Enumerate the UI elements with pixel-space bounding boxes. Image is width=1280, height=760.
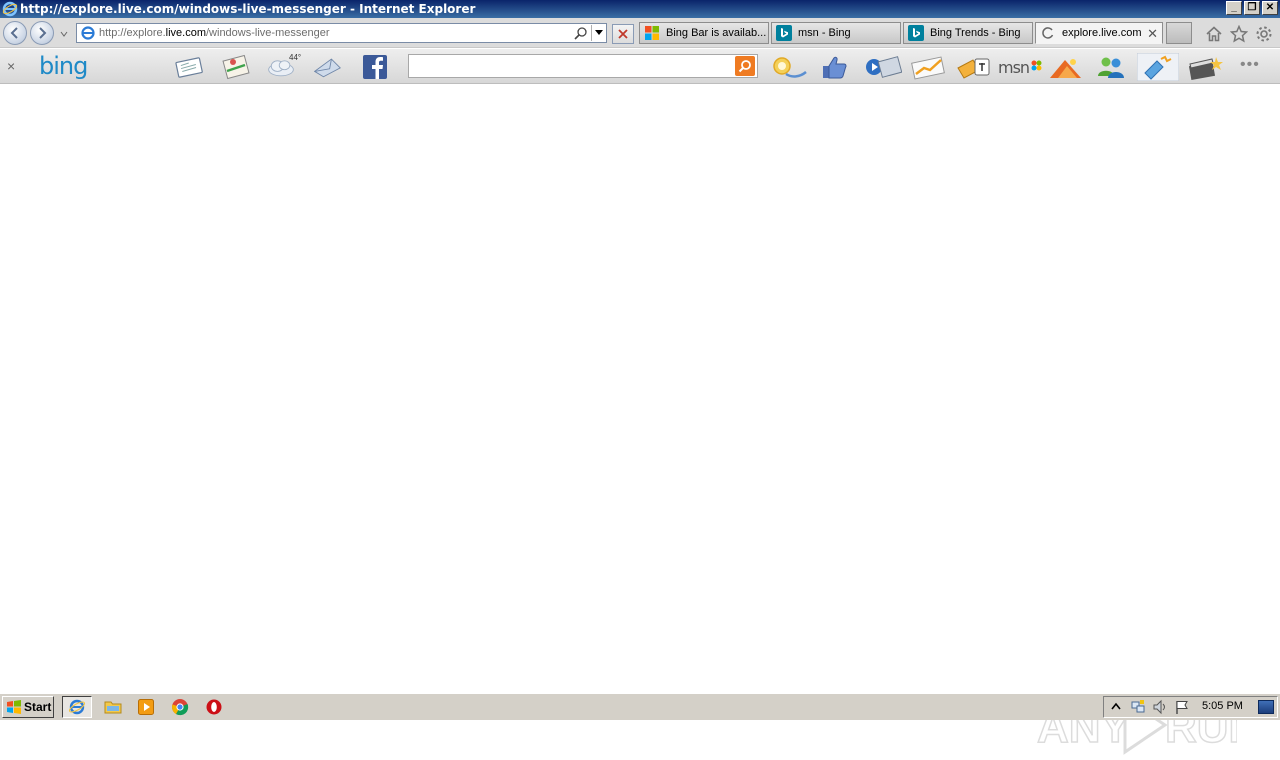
taskbar-file-explorer[interactable] bbox=[98, 696, 128, 718]
search-icon[interactable] bbox=[574, 26, 588, 40]
network-icon[interactable] bbox=[1130, 699, 1146, 715]
games-icon[interactable] bbox=[1047, 54, 1085, 80]
internet-explorer-icon bbox=[2, 1, 18, 17]
start-button[interactable]: Start bbox=[2, 696, 54, 718]
bing-logo[interactable]: bing bbox=[39, 52, 88, 80]
forward-button[interactable] bbox=[30, 21, 54, 45]
taskbar-media-player[interactable] bbox=[131, 696, 161, 718]
recent-pages-dropdown-icon[interactable] bbox=[60, 30, 68, 38]
calendar-map-icon[interactable] bbox=[221, 54, 251, 80]
bing-icon bbox=[908, 25, 924, 41]
taskbar-internet-explorer[interactable] bbox=[62, 696, 92, 718]
loading-icon bbox=[1042, 27, 1054, 39]
opera-icon bbox=[206, 699, 222, 715]
url-domain: live.com bbox=[165, 27, 206, 39]
media-player-icon bbox=[138, 699, 154, 715]
tab-msn-bing[interactable]: msn - Bing bbox=[771, 22, 901, 44]
tab-bing-trends[interactable]: Bing Trends - Bing bbox=[903, 22, 1033, 44]
search-icon bbox=[738, 60, 751, 73]
tab-label: explore.live.com bbox=[1062, 27, 1142, 39]
url-prefix: http://explore. bbox=[99, 27, 166, 39]
tab-bing-bar[interactable]: Bing Bar is availab... bbox=[639, 22, 769, 44]
system-tray: 5:05 PM bbox=[1103, 696, 1278, 718]
restore-button[interactable]: ❐ bbox=[1244, 1, 1260, 15]
weather-temperature: 44° bbox=[289, 53, 302, 62]
folder-icon bbox=[104, 701, 122, 714]
close-window-button[interactable]: ✕ bbox=[1262, 1, 1278, 15]
more-options-button[interactable]: ••• bbox=[1240, 56, 1260, 74]
gear-icon[interactable] bbox=[1255, 25, 1273, 43]
highlighted-tool-icon[interactable] bbox=[1137, 53, 1179, 81]
tab-label: Bing Bar is availab... bbox=[666, 27, 767, 39]
tab-explore-live[interactable]: explore.live.com ✕ bbox=[1035, 22, 1163, 44]
favorites-star-icon[interactable] bbox=[1230, 25, 1248, 43]
ie-page-icon bbox=[81, 26, 95, 40]
back-button[interactable] bbox=[3, 21, 27, 45]
search-history-icon[interactable] bbox=[770, 54, 808, 80]
facebook-like-icon[interactable] bbox=[819, 54, 849, 80]
bing-icon bbox=[776, 25, 792, 41]
internet-explorer-icon bbox=[68, 699, 86, 715]
bing-bar-close-button[interactable]: × bbox=[7, 58, 15, 74]
taskbar-opera[interactable] bbox=[199, 696, 229, 718]
news-icon[interactable] bbox=[174, 54, 204, 80]
trends-chart-icon[interactable] bbox=[909, 54, 947, 80]
chevron-down-icon bbox=[594, 30, 603, 35]
show-desktop-button[interactable] bbox=[1258, 700, 1274, 714]
mail-envelope-icon[interactable] bbox=[312, 54, 342, 80]
messenger-buddies-icon[interactable] bbox=[1096, 54, 1126, 80]
show-hidden-icons-icon[interactable] bbox=[1108, 699, 1124, 715]
facebook-icon[interactable] bbox=[361, 54, 389, 80]
back-arrow-icon bbox=[10, 27, 18, 39]
volume-icon[interactable] bbox=[1152, 699, 1168, 715]
address-dropdown-button[interactable] bbox=[591, 25, 605, 41]
tab-label: msn - Bing bbox=[798, 27, 851, 39]
action-center-flag-icon[interactable] bbox=[1174, 699, 1190, 715]
bing-toolbar: × bing 44° msn ••• bbox=[0, 49, 1280, 84]
windows-flag-icon bbox=[7, 700, 21, 714]
title-bar[interactable]: http://explore.live.com/windows-live-mes… bbox=[0, 0, 1280, 18]
windows-flag-icon bbox=[645, 26, 659, 40]
home-icon[interactable] bbox=[1205, 25, 1223, 43]
minimize-button[interactable]: _ bbox=[1226, 1, 1242, 15]
video-icon[interactable] bbox=[864, 54, 902, 80]
clock[interactable]: 5:05 PM bbox=[1202, 700, 1243, 712]
bing-search-button[interactable] bbox=[735, 56, 755, 76]
window-controls: _ ❐ ✕ bbox=[1226, 1, 1278, 15]
close-icon bbox=[618, 29, 628, 39]
forward-arrow-icon bbox=[39, 27, 47, 39]
msn-logo[interactable]: msn bbox=[998, 58, 1030, 77]
tab-label: Bing Trends - Bing bbox=[930, 27, 1021, 39]
taskbar-chrome[interactable] bbox=[165, 696, 195, 718]
address-url[interactable]: http://explore.live.com/windows-live-mes… bbox=[99, 27, 330, 39]
navigation-bar: http://explore.live.com/windows-live-mes… bbox=[0, 18, 1280, 48]
clapperboard-icon[interactable] bbox=[1186, 54, 1226, 80]
bing-search-box[interactable] bbox=[408, 54, 758, 78]
chrome-icon bbox=[172, 699, 189, 716]
translator-icon[interactable] bbox=[955, 54, 993, 80]
url-path: /windows-live-messenger bbox=[206, 27, 330, 39]
window-title: http://explore.live.com/windows-live-mes… bbox=[20, 2, 476, 16]
tab-close-button[interactable]: ✕ bbox=[1147, 26, 1158, 42]
msn-butterfly-icon bbox=[1031, 60, 1042, 71]
bing-search-input[interactable] bbox=[409, 55, 729, 77]
new-tab-button[interactable] bbox=[1166, 22, 1192, 44]
taskbar: Start 5:05 PM bbox=[0, 692, 1280, 720]
address-bar[interactable]: http://explore.live.com/windows-live-mes… bbox=[76, 23, 607, 43]
stop-button[interactable] bbox=[612, 24, 634, 44]
page-content: ANY RUN bbox=[0, 85, 1280, 755]
start-label: Start bbox=[24, 700, 52, 714]
